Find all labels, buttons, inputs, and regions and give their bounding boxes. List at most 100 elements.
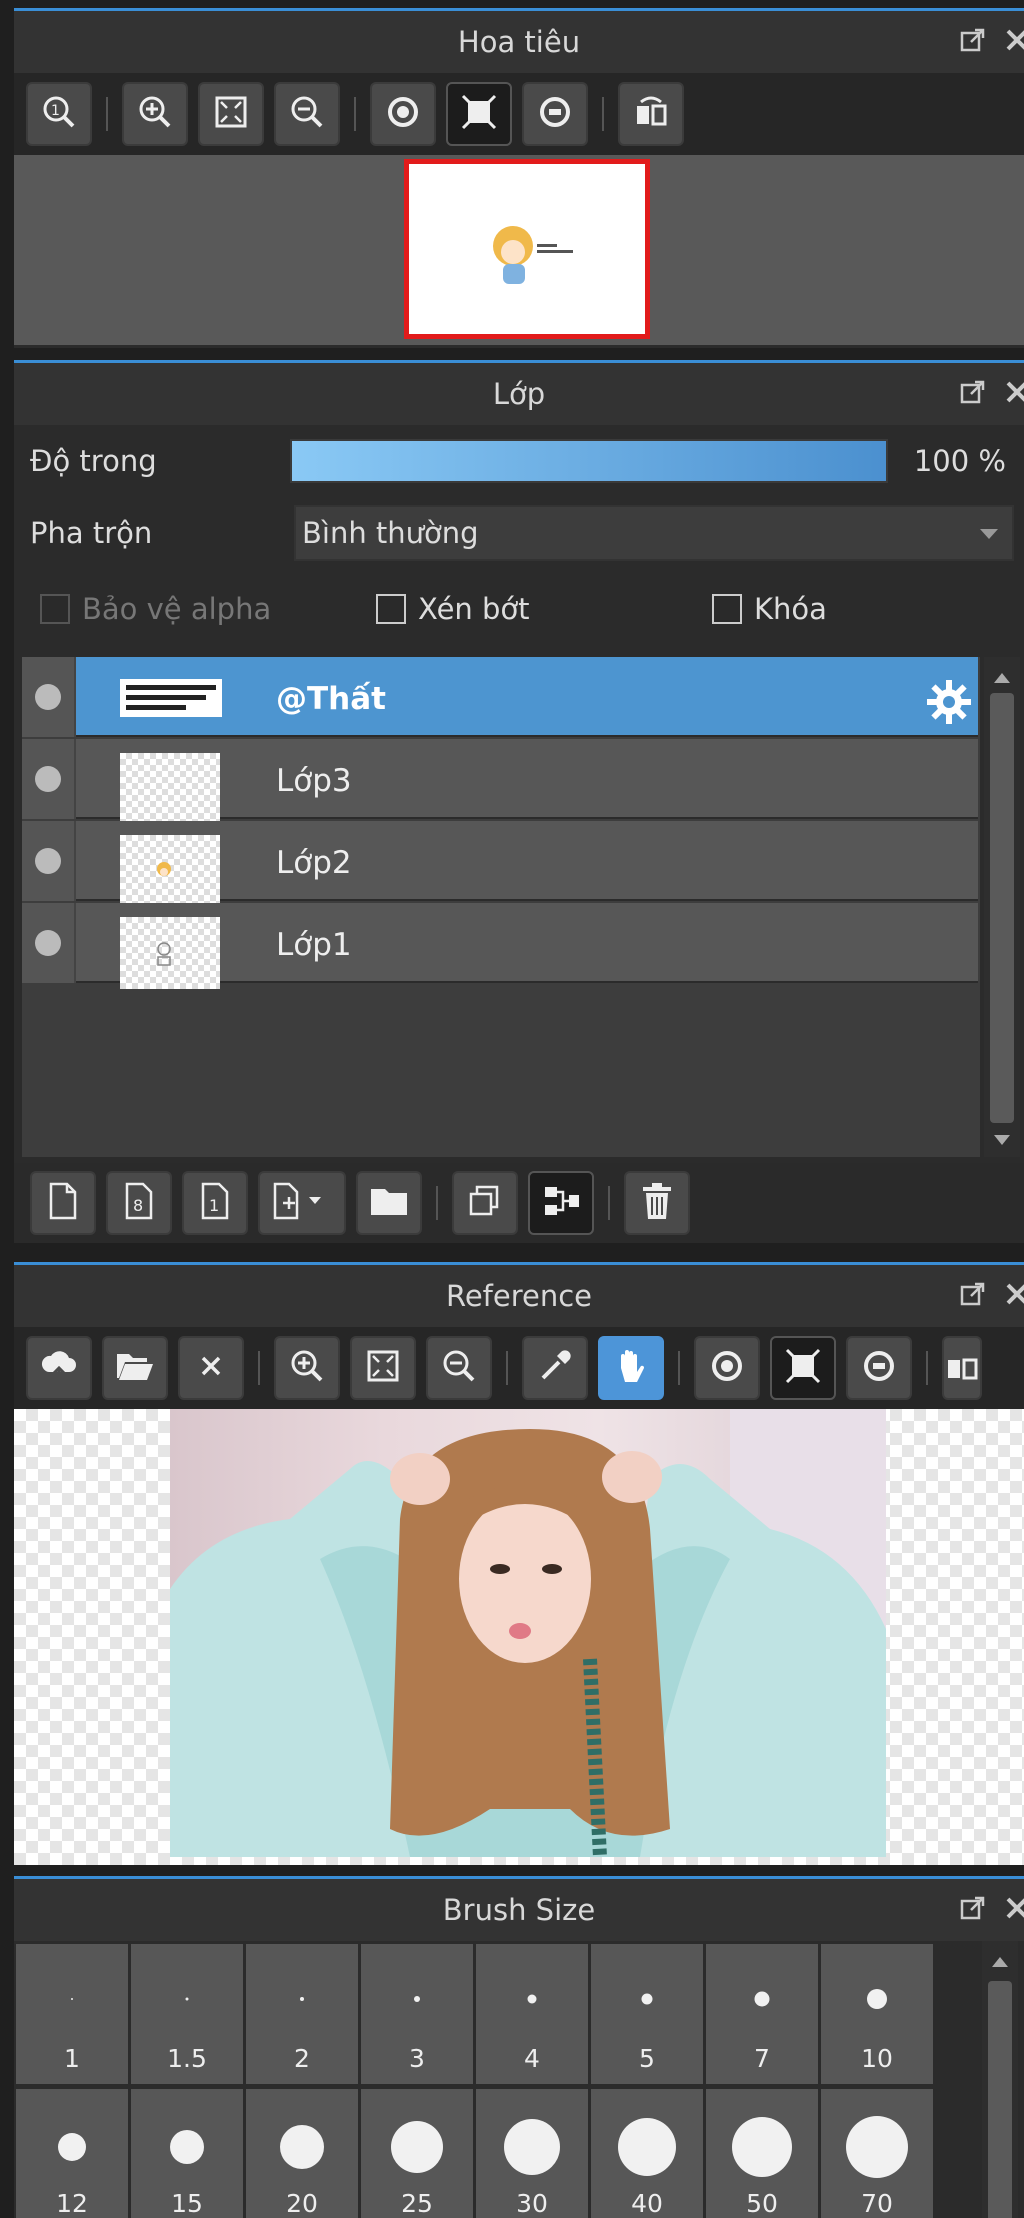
- zoom-out-button[interactable]: [274, 82, 340, 146]
- brush-size-cell[interactable]: 70: [821, 2089, 933, 2218]
- fit-screen-icon: [211, 92, 251, 136]
- brush-size-cell[interactable]: 10: [821, 1944, 933, 2084]
- rotate-right-button[interactable]: [522, 82, 588, 146]
- hand-tool-button[interactable]: [598, 1336, 664, 1400]
- x-icon: [193, 1348, 229, 1388]
- close-reference-button[interactable]: [178, 1336, 244, 1400]
- brush-scrollbar[interactable]: [982, 1941, 1018, 2218]
- visibility-toggle[interactable]: [22, 657, 76, 737]
- scroll-thumb[interactable]: [988, 1981, 1012, 2218]
- popout-icon[interactable]: [958, 25, 988, 55]
- visibility-toggle[interactable]: [22, 903, 76, 983]
- new-layer-button[interactable]: [30, 1171, 96, 1235]
- brush-dot-icon: [732, 2117, 792, 2177]
- ref-fit-button[interactable]: [350, 1336, 416, 1400]
- clipping-checkbox[interactable]: Xén bớt: [376, 592, 530, 626]
- rotate-left-button[interactable]: [370, 82, 436, 146]
- blend-mode-select[interactable]: Bình thường: [294, 505, 1014, 561]
- zoom-actual-icon: 1: [39, 92, 79, 136]
- brush-size-cell[interactable]: 1.5: [131, 1944, 243, 2084]
- close-icon[interactable]: [1002, 1279, 1024, 1309]
- trash-icon: [639, 1181, 675, 1225]
- new-1bit-layer-button[interactable]: 1: [182, 1171, 248, 1235]
- layer-scrollbar[interactable]: [984, 657, 1020, 1157]
- brush-size-cell[interactable]: 2: [246, 1944, 358, 2084]
- opacity-slider[interactable]: [290, 439, 888, 483]
- layer-name: @Thất: [276, 681, 386, 717]
- zoom-in-button[interactable]: [122, 82, 188, 146]
- flip-horizontal-icon: [631, 92, 671, 136]
- ref-flip-button[interactable]: [942, 1336, 982, 1400]
- brush-size-cell[interactable]: 12: [16, 2089, 128, 2218]
- brush-dot-icon: [170, 2130, 204, 2164]
- close-icon[interactable]: [1002, 1893, 1024, 1923]
- rotate-left-icon: [383, 92, 423, 136]
- open-file-button[interactable]: [102, 1336, 168, 1400]
- duplicate-layer-button[interactable]: [452, 1171, 518, 1235]
- brush-size-cell[interactable]: 25: [361, 2089, 473, 2218]
- brush-dot-icon: [618, 2118, 676, 2176]
- close-icon[interactable]: [1002, 377, 1024, 407]
- brush-size-label: 25: [401, 2189, 433, 2218]
- brush-size-cell[interactable]: 20: [246, 2089, 358, 2218]
- lock-checkbox[interactable]: Khóa: [712, 592, 827, 626]
- new-8bit-layer-button[interactable]: 8: [106, 1171, 172, 1235]
- protect-alpha-checkbox[interactable]: Bảo vệ alpha: [40, 592, 271, 626]
- zoom-in-icon: [135, 92, 175, 136]
- layer-1bit-icon: 1: [197, 1181, 233, 1225]
- scroll-thumb[interactable]: [990, 693, 1014, 1123]
- ref-reset-rotation-button[interactable]: [770, 1336, 836, 1400]
- ref-zoom-in-button[interactable]: [274, 1336, 340, 1400]
- brush-size-cell[interactable]: 40: [591, 2089, 703, 2218]
- reference-view[interactable]: [14, 1409, 1024, 1865]
- popout-icon[interactable]: [958, 1279, 988, 1309]
- reset-rotation-button[interactable]: [446, 82, 512, 146]
- ref-rotate-left-button[interactable]: [694, 1336, 760, 1400]
- visibility-icon: [35, 684, 61, 710]
- layer-toolbar: 8 1: [14, 1163, 1024, 1243]
- brush-size-cell[interactable]: 50: [706, 2089, 818, 2218]
- navigator-toolbar: 1: [14, 73, 1024, 155]
- add-page-icon: [271, 1181, 333, 1225]
- eyedropper-button[interactable]: [522, 1336, 588, 1400]
- brush-size-cell[interactable]: 7: [706, 1944, 818, 2084]
- brush-size-cell[interactable]: 5: [591, 1944, 703, 2084]
- brush-size-cell[interactable]: 1: [16, 1944, 128, 2084]
- visibility-toggle[interactable]: [22, 739, 76, 819]
- merge-down-button[interactable]: [528, 1171, 594, 1235]
- brush-dot-icon: [391, 2121, 443, 2173]
- layer-row[interactable]: Lớp2: [22, 821, 978, 907]
- fit-button[interactable]: [198, 82, 264, 146]
- layer-name: Lớp1: [276, 927, 352, 963]
- reset-view-icon: [459, 92, 499, 136]
- popout-icon[interactable]: [958, 1893, 988, 1923]
- brush-size-cell[interactable]: 3: [361, 1944, 473, 2084]
- popout-icon[interactable]: [958, 377, 988, 407]
- add-layer-menu-button[interactable]: [258, 1171, 346, 1235]
- visibility-toggle[interactable]: [22, 821, 76, 901]
- ref-rotate-right-button[interactable]: [846, 1336, 912, 1400]
- layer-row[interactable]: Lớp3: [22, 739, 978, 825]
- brush-size-cell[interactable]: 15: [131, 2089, 243, 2218]
- layer-row[interactable]: Lớp1: [22, 903, 978, 989]
- zoom-actual-button[interactable]: 1: [26, 82, 92, 146]
- canvas-thumbnail[interactable]: [404, 159, 650, 339]
- layer-thumbnail: [120, 753, 220, 825]
- brush-size-label: 7: [754, 2044, 770, 2073]
- brush-size-label: 10: [861, 2044, 893, 2073]
- brush-size-label: 70: [861, 2189, 893, 2218]
- brush-size-cell[interactable]: 30: [476, 2089, 588, 2218]
- reference-header: Reference: [14, 1265, 1024, 1327]
- layer-row[interactable]: @Thất: [22, 657, 978, 737]
- delete-layer-button[interactable]: [624, 1171, 690, 1235]
- cloud-upload-button[interactable]: [26, 1336, 92, 1400]
- new-folder-button[interactable]: [356, 1171, 422, 1235]
- reference-title: Reference: [445, 1279, 593, 1313]
- gear-icon[interactable]: [924, 677, 974, 727]
- close-icon[interactable]: [1002, 25, 1024, 55]
- brush-size-cell[interactable]: 4: [476, 1944, 588, 2084]
- brush-size-header: Brush Size: [14, 1879, 1024, 1941]
- ref-zoom-out-button[interactable]: [426, 1336, 492, 1400]
- flip-button[interactable]: [618, 82, 684, 146]
- navigator-preview[interactable]: [14, 155, 1024, 345]
